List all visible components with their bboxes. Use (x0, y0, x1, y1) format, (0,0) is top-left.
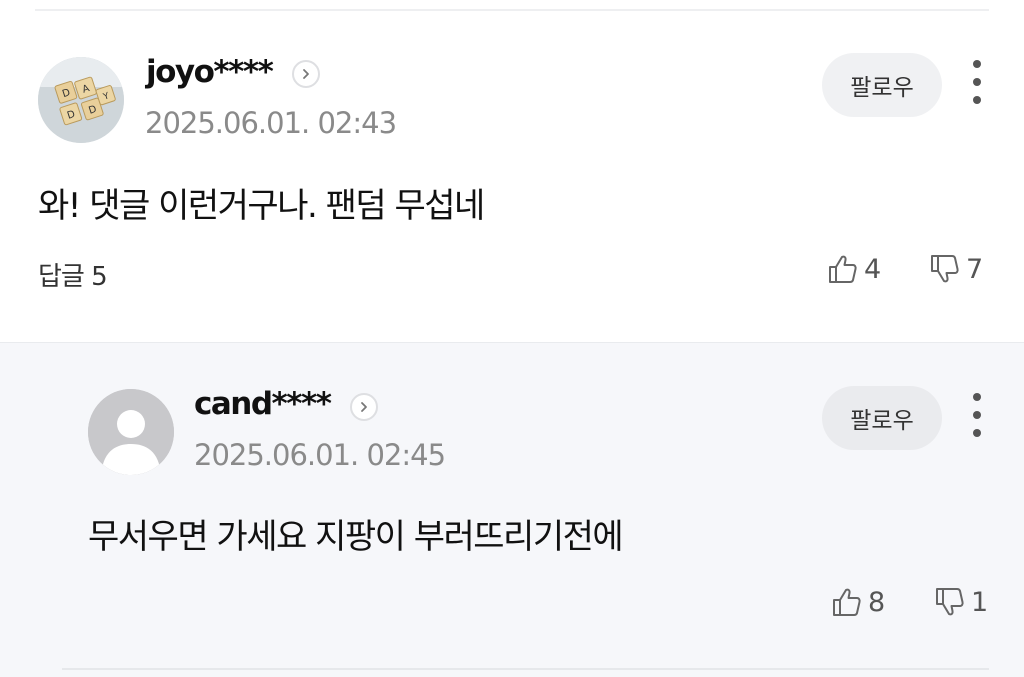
more-vertical-icon (973, 60, 981, 68)
dislike-button[interactable]: 7 (928, 252, 983, 286)
like-button[interactable]: 4 (826, 252, 881, 286)
avatar[interactable] (88, 389, 174, 475)
more-vertical-icon (973, 411, 981, 419)
username[interactable]: cand**** (194, 386, 332, 422)
comment-text: 무서우면 가세요 지팡이 부러뜨리기전에 (88, 517, 624, 557)
bottom-divider (62, 668, 989, 670)
avatar-image: D A D D Y (38, 57, 124, 143)
more-vertical-icon (973, 96, 981, 104)
like-count: 4 (864, 253, 882, 285)
dislike-count: 1 (971, 586, 989, 618)
username[interactable]: joyo**** (146, 54, 274, 90)
chevron-right-icon (361, 402, 367, 412)
more-vertical-icon (973, 429, 981, 437)
profile-link-button[interactable] (292, 60, 320, 88)
replies-link[interactable]: 답글 5 (38, 256, 108, 293)
comment-text: 와! 댓글 이런거구나. 팬덤 무섭네 (38, 186, 485, 226)
like-button[interactable]: 8 (830, 585, 885, 619)
chevron-right-icon (303, 69, 309, 79)
timestamp: 2025.06.01. 02:43 (145, 106, 397, 140)
default-avatar-icon (88, 389, 174, 475)
thumbs-up-icon (829, 255, 857, 283)
timestamp: 2025.06.01. 02:45 (194, 438, 446, 472)
more-options-button[interactable] (967, 393, 987, 437)
comment-item: D A D D Y joyo**** 2025.06.01. 02:43 팔로우… (0, 12, 1024, 342)
dislike-count: 7 (966, 253, 984, 285)
reply-item: cand**** 2025.06.01. 02:45 팔로우 무서우면 가세요 … (0, 342, 1024, 677)
follow-button[interactable]: 팔로우 (822, 53, 942, 117)
more-options-button[interactable] (967, 60, 987, 104)
top-divider (35, 9, 989, 11)
like-count: 8 (868, 586, 886, 618)
more-vertical-icon (973, 393, 981, 401)
profile-link-button[interactable] (350, 393, 378, 421)
follow-button[interactable]: 팔로우 (822, 386, 942, 450)
dislike-button[interactable]: 1 (933, 585, 988, 619)
avatar[interactable]: D A D D Y (38, 57, 124, 143)
more-vertical-icon (973, 78, 981, 86)
thumbs-up-icon (833, 588, 861, 616)
thumbs-down-icon (936, 588, 964, 616)
thumbs-down-icon (931, 255, 959, 283)
